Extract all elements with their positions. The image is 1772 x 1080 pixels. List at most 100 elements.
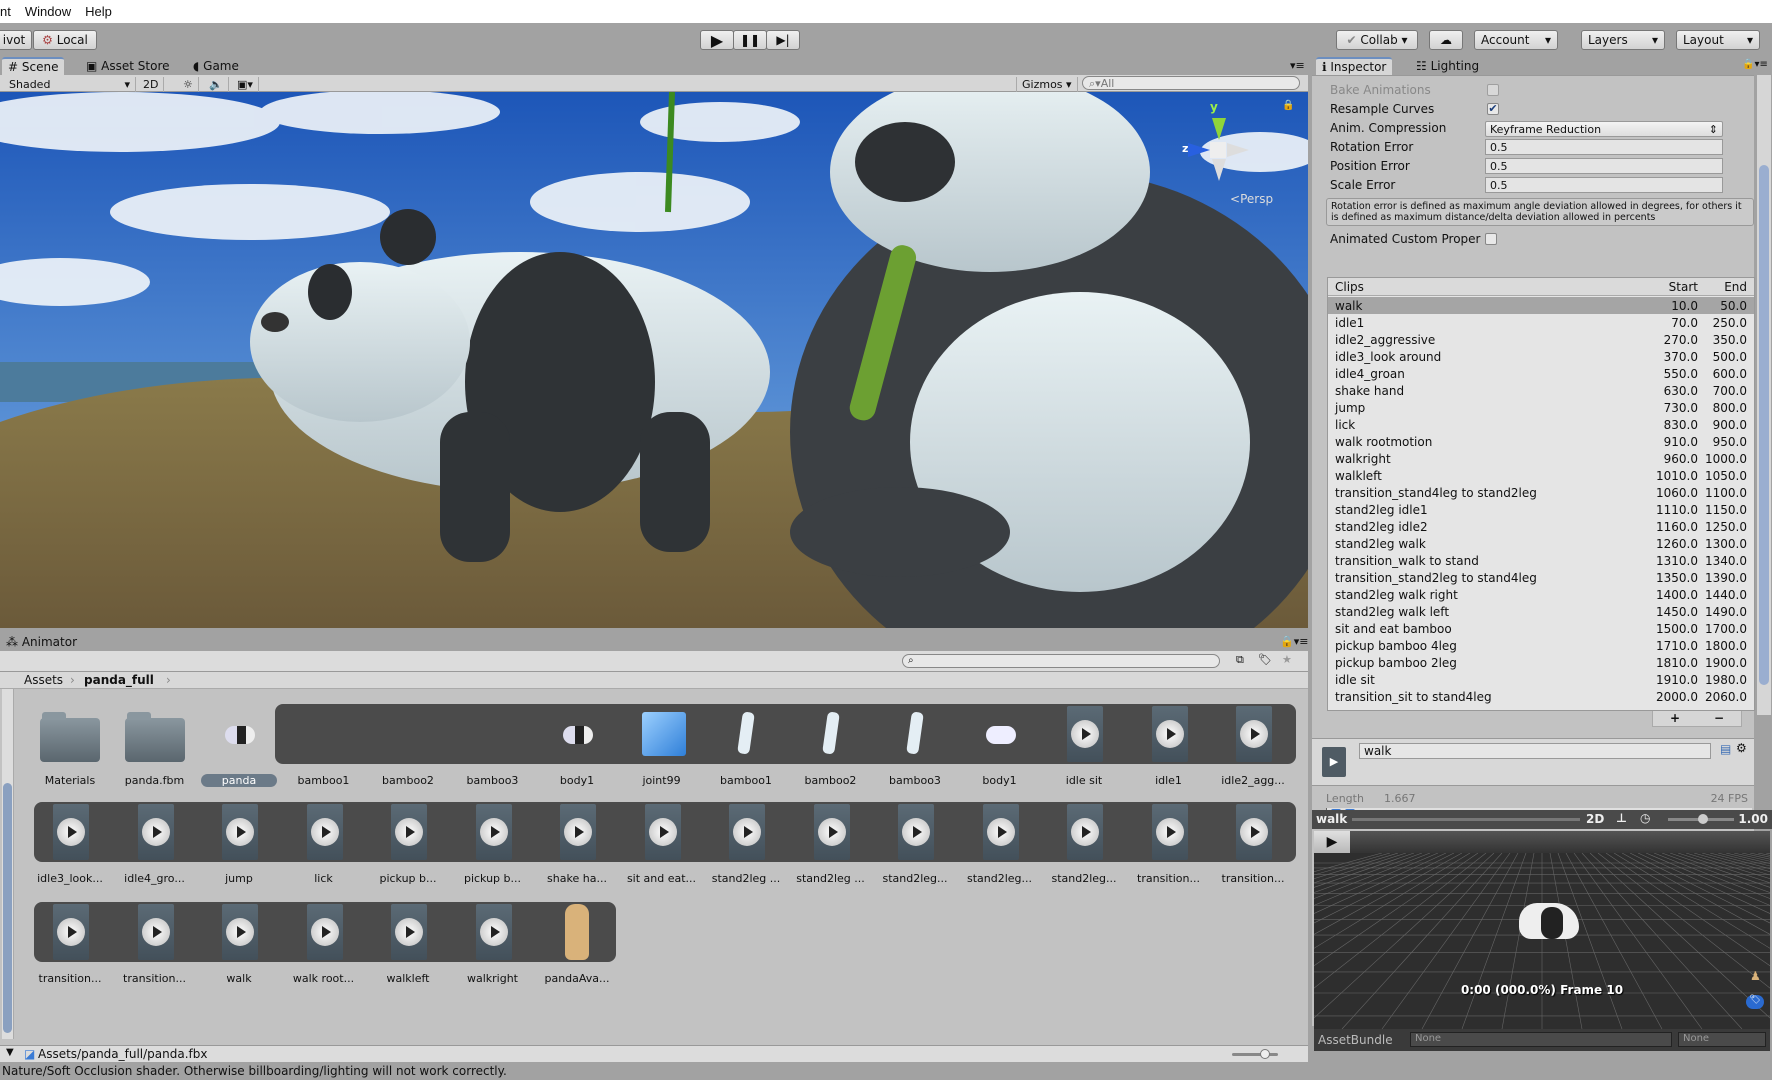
inspector-scrollbar[interactable]	[1757, 75, 1771, 715]
asset-item[interactable]: panda.fbm	[113, 702, 197, 792]
preview-timeline-bar[interactable]	[1352, 818, 1580, 821]
clip-row[interactable]: walkleft 1010.0 1050.0	[1328, 467, 1754, 484]
asset-item[interactable]: stand2leg ...	[704, 800, 788, 890]
asset-item[interactable]: bamboo2	[366, 702, 450, 792]
anim-compression-dropdown[interactable]: Keyframe Reduction ⇕	[1485, 121, 1723, 137]
lock-icon[interactable]: 🔒	[1282, 100, 1294, 111]
tab-asset-store[interactable]: ▣ Asset Store	[80, 57, 176, 75]
preview-play-button[interactable]: ▶	[1314, 831, 1350, 853]
asset-item[interactable]: body1	[535, 702, 619, 792]
asset-item[interactable]: idle1	[1127, 702, 1211, 792]
lighting-toggle-icon[interactable]: ☼	[178, 77, 199, 92]
project-search-input[interactable]: ⌕	[902, 654, 1220, 668]
position-error-field[interactable]: 0.5	[1485, 158, 1723, 174]
clip-row[interactable]: shake hand 630.0 700.0	[1328, 382, 1754, 399]
clip-row[interactable]: walk 10.0 50.0	[1328, 297, 1754, 314]
animated-custom-checkbox[interactable]	[1485, 233, 1497, 245]
clip-row[interactable]: transition_walk to stand 1310.0 1340.0	[1328, 552, 1754, 569]
tab-scene[interactable]: # Scene	[2, 57, 65, 75]
scale-error-field[interactable]: 0.5	[1485, 177, 1723, 193]
panel-menu-icon[interactable]: ▾≡	[1290, 59, 1305, 72]
clip-row[interactable]: transition_stand4leg to stand2leg 1060.0 1…	[1328, 484, 1754, 501]
clip-row[interactable]: idle sit 1910.0 1980.0	[1328, 671, 1754, 688]
asset-item[interactable]: bamboo3	[873, 702, 957, 792]
clip-row[interactable]: stand2leg idle1 1110.0 1150.0	[1328, 501, 1754, 518]
asset-item[interactable]: transition...	[1211, 800, 1295, 890]
asset-item[interactable]: body1	[958, 702, 1042, 792]
favorite-star-icon[interactable]: ★	[1282, 653, 1292, 666]
asset-item[interactable]: lick	[282, 800, 366, 890]
menu-component[interactable]: nt	[0, 4, 11, 19]
clip-row[interactable]: pickup bamboo 2leg 1810.0 1900.0	[1328, 654, 1754, 671]
pivot-icon[interactable]: ⊥	[1616, 811, 1627, 825]
tab-animator[interactable]: ⁂ Animator	[0, 633, 83, 651]
asset-item[interactable]: stand2leg ...	[789, 800, 873, 890]
local-toggle[interactable]: ⚙ Local	[33, 30, 97, 50]
clip-row[interactable]: transition_sit to stand4leg 2000.0 2060.0	[1328, 688, 1754, 705]
speed-icon[interactable]: ◷	[1640, 811, 1650, 825]
asset-item[interactable]: idle3_look...	[28, 800, 112, 890]
clip-row[interactable]: idle4_groan 550.0 600.0	[1328, 365, 1754, 382]
asset-item[interactable]: walk	[197, 900, 281, 990]
panel-menu-icon[interactable]: 🔒▾≡	[1280, 635, 1308, 648]
clip-row[interactable]: lick 830.0 900.0	[1328, 416, 1754, 433]
asset-item[interactable]: bamboo3	[451, 702, 535, 792]
tab-inspector[interactable]: ℹ Inspector	[1316, 57, 1393, 75]
asset-item[interactable]: pandaAva...	[535, 900, 619, 990]
asset-item[interactable]: idle sit	[1042, 702, 1126, 792]
gizmo-x-axis[interactable]	[1227, 143, 1249, 157]
asset-item[interactable]: pickup b...	[451, 800, 535, 890]
asset-item[interactable]: shake ha...	[535, 800, 619, 890]
collab-button[interactable]: ✔ Collab ▾	[1336, 30, 1418, 50]
scene-search-input[interactable]: ⌕▾All	[1082, 76, 1300, 90]
clip-name-input[interactable]: walk	[1359, 743, 1711, 759]
collapse-icon[interactable]: ▼	[6, 1047, 14, 1058]
projection-toggle[interactable]: <Persp	[1230, 192, 1273, 206]
clip-row[interactable]: walkright 960.0 1000.0	[1328, 450, 1754, 467]
asset-item[interactable]: idle2_agg...	[1211, 702, 1295, 792]
step-button[interactable]: ▶|	[766, 30, 800, 50]
clip-row[interactable]: walk rootmotion 910.0 950.0	[1328, 433, 1754, 450]
asset-item[interactable]: pickup b...	[366, 800, 450, 890]
clip-row[interactable]: stand2leg walk left 1450.0 1490.0	[1328, 603, 1754, 620]
audio-toggle-icon[interactable]: 🔈	[204, 77, 229, 92]
help-book-icon[interactable]: ▤	[1720, 742, 1731, 756]
clip-row[interactable]: sit and eat bamboo 1500.0 1700.0	[1328, 620, 1754, 637]
menu-window[interactable]: Window	[25, 4, 71, 19]
asset-item[interactable]: transition...	[113, 900, 197, 990]
asset-item[interactable]: walk root...	[282, 900, 366, 990]
gear-icon[interactable]: ⚙	[1736, 741, 1747, 755]
asset-item[interactable]: transition...	[1127, 800, 1211, 890]
tab-lighting[interactable]: ☷ Lighting	[1410, 57, 1485, 75]
filter-by-label-icon[interactable]: 🏷	[1258, 653, 1272, 666]
asset-item[interactable]: bamboo1	[282, 702, 366, 792]
scene-view[interactable]: y z <Persp 🔒	[0, 92, 1308, 628]
clip-row[interactable]: transition_stand2leg to stand4leg 1350.0 1…	[1328, 569, 1754, 586]
asset-item[interactable]: transition...	[28, 900, 112, 990]
2d-toggle[interactable]: 2D	[138, 77, 165, 92]
shading-dropdown[interactable]: Shaded ▾	[4, 77, 136, 92]
speed-slider[interactable]	[1668, 814, 1734, 824]
pause-button[interactable]: ❚❚	[733, 30, 767, 50]
gizmo-y-axis[interactable]	[1212, 118, 1226, 140]
layout-dropdown[interactable]: Layout ▾	[1676, 30, 1760, 50]
asset-item[interactable]: sit and eat...	[620, 800, 704, 890]
preview-2d-toggle[interactable]: 2D	[1586, 812, 1604, 826]
clip-row[interactable]: stand2leg walk 1260.0 1300.0	[1328, 535, 1754, 552]
asset-item[interactable]: walkleft	[366, 900, 450, 990]
preview-viewport[interactable]: 0:00 (000.0%) Frame 10 ♟ 🏷	[1314, 853, 1770, 1029]
play-button[interactable]: ▶	[700, 30, 734, 50]
resample-curves-checkbox[interactable]: ✔	[1487, 103, 1499, 115]
scrollbar[interactable]	[2, 689, 14, 1039]
asset-item[interactable]: walkright	[451, 900, 535, 990]
menu-help[interactable]: Help	[85, 4, 112, 19]
label-tag-icon[interactable]: 🏷	[1746, 995, 1764, 1009]
rotation-error-field[interactable]: 0.5	[1485, 139, 1723, 155]
asset-item[interactable]: joint99	[620, 702, 704, 792]
gizmos-dropdown[interactable]: Gizmos ▾	[1016, 77, 1078, 92]
asset-item[interactable]: bamboo1	[704, 702, 788, 792]
asset-item[interactable]: jump	[197, 800, 281, 890]
lock-icon[interactable]: 🔒▾≡	[1742, 59, 1768, 70]
add-clip-button[interactable]: +	[1670, 711, 1680, 726]
clip-row[interactable]: jump 730.0 800.0	[1328, 399, 1754, 416]
